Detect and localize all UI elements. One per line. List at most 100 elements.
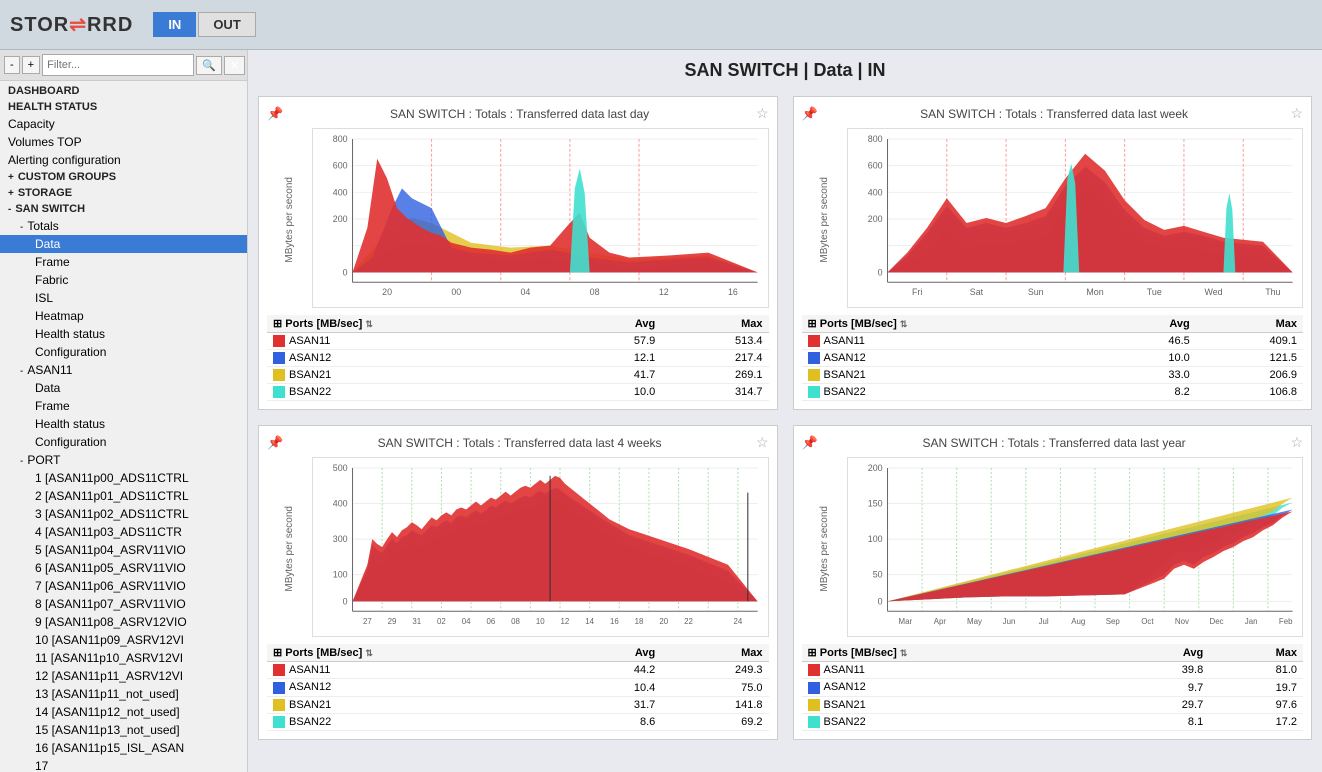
chart-pin-4weeks[interactable]: 📌 <box>267 435 283 451</box>
sidebar-item-port[interactable]: -PORT <box>0 451 247 469</box>
sidebar-close-btn[interactable]: ✕ <box>224 56 245 75</box>
col-ports-week[interactable]: ⊞ Ports [MB/sec] ⇅ <box>802 315 1106 333</box>
sidebar-add-btn[interactable]: + <box>22 56 40 74</box>
sidebar-item-port-11[interactable]: 11 [ASAN11p10_ASRV12VI <box>0 649 247 667</box>
sidebar-item-configuration-ss[interactable]: Configuration <box>0 343 247 361</box>
svg-text:Tue: Tue <box>1146 287 1161 297</box>
chart-pin-week[interactable]: 📌 <box>802 106 818 122</box>
legend-name: ASAN12 <box>802 679 1116 696</box>
sidebar-item-port-14[interactable]: 14 [ASAN11p12_not_used] <box>0 703 247 721</box>
legend-max: 81.0 <box>1209 662 1303 679</box>
sidebar-item-totals[interactable]: -Totals <box>0 217 247 235</box>
svg-text:Mon: Mon <box>1086 287 1103 297</box>
sidebar-collapse-btn[interactable]: - <box>4 56 20 74</box>
svg-text:31: 31 <box>412 617 421 626</box>
legend-name: ASAN11 <box>802 662 1116 679</box>
sidebar-item-port-17[interactable]: 17 <box>0 757 247 772</box>
sidebar-item-capacity[interactable]: Capacity <box>0 115 247 133</box>
sidebar-item-port-6[interactable]: 6 [ASAN11p05_ASRV11VIO <box>0 559 247 577</box>
svg-text:Sep: Sep <box>1105 617 1120 626</box>
svg-text:16: 16 <box>728 287 738 297</box>
svg-text:08: 08 <box>590 287 600 297</box>
col-max-day[interactable]: Max <box>661 315 768 333</box>
legend-max: 19.7 <box>1209 679 1303 696</box>
sidebar-item-port-4[interactable]: 4 [ASAN11p03_ADS11CTR <box>0 523 247 541</box>
col-avg-year[interactable]: Avg <box>1115 644 1209 662</box>
legend-name: BSAN21 <box>802 367 1106 384</box>
sidebar-item-port-2[interactable]: 2 [ASAN11p01_ADS11CTRL <box>0 487 247 505</box>
sidebar-item-custom-groups[interactable]: +CUSTOM GROUPS <box>0 169 247 185</box>
legend-table-day: ⊞ Ports [MB/sec] ⇅ Avg Max ASAN11 57.9 5… <box>267 315 769 401</box>
svg-text:12: 12 <box>659 287 669 297</box>
legend-name: BSAN21 <box>802 696 1116 713</box>
sidebar-item-isl[interactable]: ISL <box>0 289 247 307</box>
legend-row: ASAN11 44.2 249.3 <box>267 662 769 679</box>
legend-row: ASAN12 9.7 19.7 <box>802 679 1304 696</box>
sidebar-item-port-8[interactable]: 8 [ASAN11p07_ASRV11VIO <box>0 595 247 613</box>
col-avg-week[interactable]: Avg <box>1105 315 1196 333</box>
sidebar-item-port-1[interactable]: 1 [ASAN11p00_ADS11CTRL <box>0 469 247 487</box>
sidebar-item-volumes-top[interactable]: Volumes TOP <box>0 133 247 151</box>
main-layout: - + 🔍 ✕ DASHBOARD HEALTH STATUS Capacity… <box>0 50 1322 772</box>
tab-out[interactable]: OUT <box>198 12 255 37</box>
col-max-year[interactable]: Max <box>1209 644 1303 662</box>
svg-text:0: 0 <box>877 597 882 607</box>
col-ports-day[interactable]: ⊞ Ports [MB/sec] ⇅ <box>267 315 571 333</box>
sidebar-item-heatmap[interactable]: Heatmap <box>0 307 247 325</box>
col-max-4weeks[interactable]: Max <box>661 644 768 662</box>
sort-icon-year: ⊞ <box>808 647 817 659</box>
chart-title-text-4weeks: SAN SWITCH : Totals : Transferred data l… <box>283 436 756 450</box>
sidebar-item-port-3[interactable]: 3 [ASAN11p02_ADS11CTRL <box>0 505 247 523</box>
sidebar-search-btn[interactable]: 🔍 <box>196 56 222 75</box>
sidebar-item-health-status-ss[interactable]: Health status <box>0 325 247 343</box>
sidebar-item-port-12[interactable]: 12 [ASAN11p11_ASRV12VI <box>0 667 247 685</box>
sidebar-item-asan11[interactable]: -ASAN11 <box>0 361 247 379</box>
sidebar-item-frame[interactable]: Frame <box>0 253 247 271</box>
chart-pin-day[interactable]: 📌 <box>267 106 283 122</box>
col-ports-year[interactable]: ⊞ Ports [MB/sec] ⇅ <box>802 644 1116 662</box>
sidebar-item-fabric[interactable]: Fabric <box>0 271 247 289</box>
sidebar-item-data[interactable]: Data <box>0 235 247 253</box>
chart-pin-year[interactable]: 📌 <box>802 435 818 451</box>
chart-star-4weeks[interactable]: ☆ <box>756 434 769 451</box>
legend-color <box>273 369 285 381</box>
tab-buttons: IN OUT <box>153 12 255 37</box>
col-avg-4weeks[interactable]: Avg <box>571 644 662 662</box>
legend-row: BSAN22 10.0 314.7 <box>267 384 769 401</box>
sidebar-item-health-status[interactable]: HEALTH STATUS <box>0 99 247 115</box>
sidebar-item-san-switch[interactable]: -SAN SWITCH <box>0 201 247 217</box>
sidebar-item-dashboard[interactable]: DASHBOARD <box>0 83 247 99</box>
svg-text:Jan: Jan <box>1244 617 1257 626</box>
svg-text:400: 400 <box>333 187 348 197</box>
sidebar-item-port-15[interactable]: 15 [ASAN11p13_not_used] <box>0 721 247 739</box>
legend-name: BSAN21 <box>267 367 571 384</box>
chart-title-4weeks: 📌 SAN SWITCH : Totals : Transferred data… <box>267 434 769 451</box>
legend-avg: 9.7 <box>1115 679 1209 696</box>
chart-star-week[interactable]: ☆ <box>1290 105 1303 122</box>
sidebar-item-port-7[interactable]: 7 [ASAN11p06_ASRV11VIO <box>0 577 247 595</box>
sidebar-item-port-13[interactable]: 13 [ASAN11p11_not_used] <box>0 685 247 703</box>
sidebar-item-asan11-data[interactable]: Data <box>0 379 247 397</box>
sidebar-toolbar: - + 🔍 ✕ <box>0 50 247 81</box>
col-ports-4weeks[interactable]: ⊞ Ports [MB/sec] ⇅ <box>267 644 571 662</box>
sidebar-item-port-5[interactable]: 5 [ASAN11p04_ASRV11VIO <box>0 541 247 559</box>
legend-max: 206.9 <box>1196 367 1303 384</box>
content-area: SAN SWITCH | Data | IN 📌 SAN SWITCH : To… <box>248 50 1322 772</box>
tab-in[interactable]: IN <box>153 12 196 37</box>
chart-panel-year: 📌 SAN SWITCH : Totals : Transferred data… <box>793 425 1313 739</box>
sidebar-item-port-9[interactable]: 9 [ASAN11p08_ASRV12VIO <box>0 613 247 631</box>
sidebar-item-port-16[interactable]: 16 [ASAN11p15_ISL_ASAN <box>0 739 247 757</box>
chart-star-year[interactable]: ☆ <box>1290 434 1303 451</box>
sidebar-item-asan11-config[interactable]: Configuration <box>0 433 247 451</box>
y-axis-label-4weeks: MBytes per second <box>284 506 295 592</box>
sidebar-item-asan11-frame[interactable]: Frame <box>0 397 247 415</box>
col-max-week[interactable]: Max <box>1196 315 1303 333</box>
col-avg-day[interactable]: Avg <box>571 315 662 333</box>
sidebar-filter-input[interactable] <box>42 54 194 76</box>
sidebar-item-asan11-health[interactable]: Health status <box>0 415 247 433</box>
legend-avg: 12.1 <box>571 350 662 367</box>
sidebar-item-alerting[interactable]: Alerting configuration <box>0 151 247 169</box>
chart-star-day[interactable]: ☆ <box>756 105 769 122</box>
sidebar-item-storage[interactable]: +STORAGE <box>0 185 247 201</box>
sidebar-item-port-10[interactable]: 10 [ASAN11p09_ASRV12VI <box>0 631 247 649</box>
